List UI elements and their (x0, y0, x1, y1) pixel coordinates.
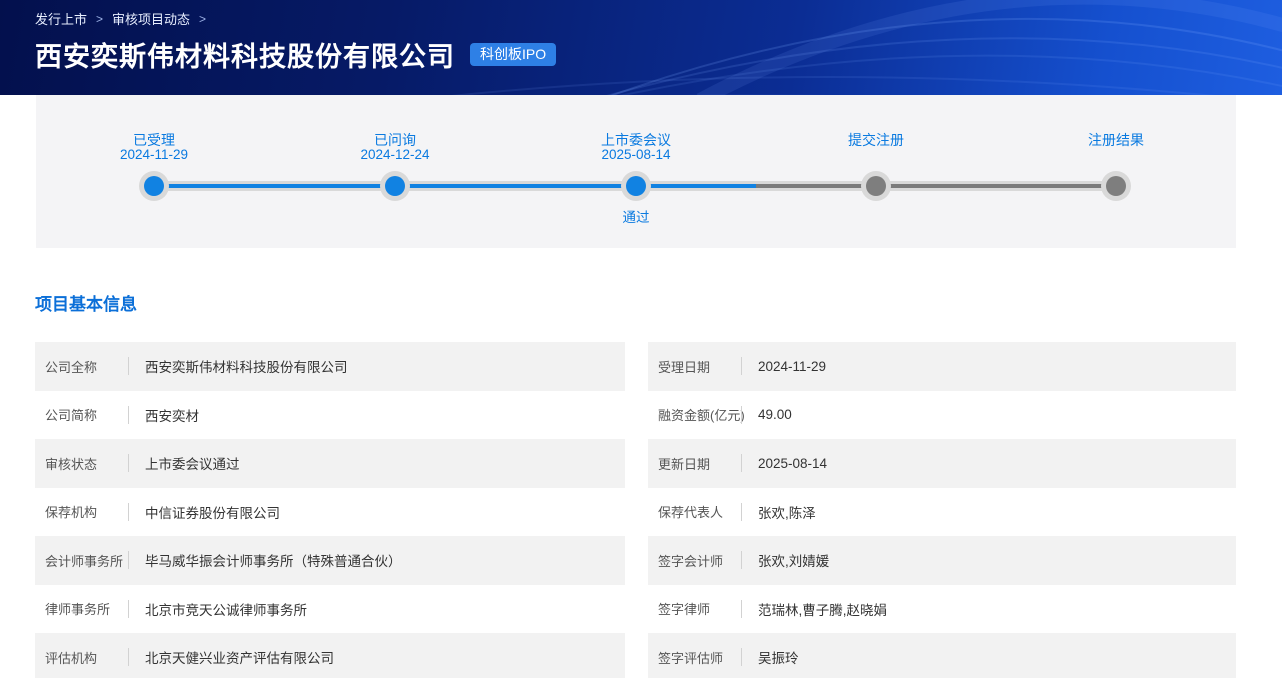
info-row-update-date: 更新日期 2025-08-14 (648, 439, 1236, 488)
timeline-step-label: 注册结果 (1041, 130, 1191, 150)
info-label: 保荐机构 (35, 502, 128, 521)
info-label: 律师事务所 (35, 599, 128, 618)
info-label: 会计师事务所 (35, 551, 128, 570)
info-row-signing-lawyers: 签字律师 范瑞林,曹子腾,赵晓娟 (648, 585, 1236, 634)
section-title-basic-info: 项目基本信息 (35, 290, 1282, 315)
info-value: 北京天健兴业资产评估有限公司 (129, 647, 334, 667)
timeline-dot-ring (139, 171, 169, 201)
info-label: 更新日期 (648, 454, 741, 473)
info-value: 西安奕斯伟材料科技股份有限公司 (129, 356, 348, 376)
info-row-acceptance-date: 受理日期 2024-11-29 (648, 342, 1236, 391)
info-label: 审核状态 (35, 454, 128, 473)
info-label: 公司简称 (35, 405, 128, 424)
info-label: 签字评估师 (648, 648, 741, 667)
timeline-step-submit-registration: 提交注册 (801, 95, 951, 248)
timeline-dot (866, 176, 886, 196)
timeline-dot (385, 176, 405, 196)
timeline-step-note: 通过 (561, 206, 711, 226)
info-label: 受理日期 (648, 357, 741, 376)
timeline-step-listing-committee: 上市委会议 2025-08-14 通过 (561, 95, 711, 248)
info-row-appraisal-institution: 评估机构 北京天健兴业资产评估有限公司 (35, 633, 625, 678)
page-title-company-name: 西安奕斯伟材料科技股份有限公司 (35, 35, 455, 74)
info-row-review-status: 审核状态 上市委会议通过 (35, 439, 625, 488)
info-row-company-full-name: 公司全称 西安奕斯伟材料科技股份有限公司 (35, 342, 625, 391)
breadcrumb-item-issue-listing[interactable]: 发行上市 (35, 9, 87, 28)
info-value: 上市委会议通过 (129, 453, 240, 473)
info-row-signing-appraiser: 签字评估师 吴振玲 (648, 633, 1236, 678)
info-value: 北京市竞天公诚律师事务所 (129, 599, 307, 619)
timeline-dot (626, 176, 646, 196)
page-header: 发行上市 > 审核项目动态 > 西安奕斯伟材料科技股份有限公司 科创板IPO (0, 0, 1282, 95)
timeline-dot (144, 176, 164, 196)
timeline-dot-ring (380, 171, 410, 201)
info-table-left: 公司全称 西安奕斯伟材料科技股份有限公司 公司简称 西安奕材 审核状态 上市委会… (35, 342, 625, 678)
info-row-signing-accountants: 签字会计师 张欢,刘婧媛 (648, 536, 1236, 585)
timeline-dot-ring (621, 171, 651, 201)
info-value: 范瑞林,曹子腾,赵晓娟 (742, 599, 887, 619)
info-row-company-short-name: 公司简称 西安奕材 (35, 391, 625, 440)
info-label: 保荐代表人 (648, 502, 741, 521)
info-label: 签字会计师 (648, 551, 741, 570)
info-value: 毕马威华振会计师事务所（特殊普通合伙） (129, 550, 402, 570)
timeline-step-label: 提交注册 (801, 130, 951, 150)
timeline-step-date: 2024-12-24 (320, 147, 470, 162)
info-label: 公司全称 (35, 357, 128, 376)
info-value: 2025-08-14 (742, 456, 827, 471)
review-progress-timeline: 已受理 2024-11-29 已问询 2024-12-24 上市委会议 2025… (36, 95, 1236, 248)
breadcrumb: 发行上市 > 审核项目动态 > (35, 0, 1282, 28)
info-table-right: 受理日期 2024-11-29 融资金额(亿元) 49.00 更新日期 2025… (648, 342, 1236, 678)
timeline-dot (1106, 176, 1126, 196)
info-row-financing-amount: 融资金额(亿元) 49.00 (648, 391, 1236, 440)
info-value: 张欢,陈泽 (742, 502, 816, 522)
timeline-step-inquired: 已问询 2024-12-24 (320, 95, 470, 248)
info-value: 49.00 (742, 407, 792, 422)
timeline-dot-ring (861, 171, 891, 201)
breadcrumb-separator-icon: > (199, 12, 206, 26)
info-row-sponsor-institution: 保荐机构 中信证券股份有限公司 (35, 488, 625, 537)
info-label: 评估机构 (35, 648, 128, 667)
breadcrumb-item-review-dynamics[interactable]: 审核项目动态 (112, 9, 190, 28)
timeline-dot-ring (1101, 171, 1131, 201)
timeline-step-registration-result: 注册结果 (1041, 95, 1191, 248)
info-label: 融资金额(亿元) (648, 405, 741, 424)
info-row-sponsor-representatives: 保荐代表人 张欢,陈泽 (648, 488, 1236, 537)
breadcrumb-separator-icon: > (96, 12, 103, 26)
basic-info-grid: 公司全称 西安奕斯伟材料科技股份有限公司 公司简称 西安奕材 审核状态 上市委会… (35, 342, 1236, 678)
info-row-accounting-firm: 会计师事务所 毕马威华振会计师事务所（特殊普通合伙） (35, 536, 625, 585)
info-value: 张欢,刘婧媛 (742, 550, 829, 570)
timeline-step-date: 2025-08-14 (561, 147, 711, 162)
info-value: 2024-11-29 (742, 359, 826, 374)
info-value: 吴振玲 (742, 647, 799, 667)
timeline-step-date: 2024-11-29 (79, 147, 229, 162)
timeline-step-accepted: 已受理 2024-11-29 (79, 95, 229, 248)
info-label: 签字律师 (648, 599, 741, 618)
info-value: 中信证券股份有限公司 (129, 502, 280, 522)
board-type-badge: 科创板IPO (470, 43, 556, 66)
info-row-law-firm: 律师事务所 北京市竞天公诚律师事务所 (35, 585, 625, 634)
info-value: 西安奕材 (129, 405, 199, 425)
